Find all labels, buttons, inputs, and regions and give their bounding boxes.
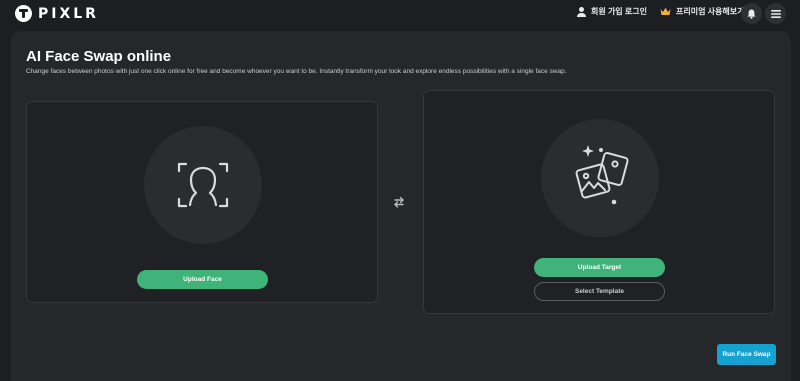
images-sparkle-icon: [575, 145, 629, 205]
login-link[interactable]: 회원 가입 로그인: [577, 6, 647, 17]
target-icon-circle: [541, 119, 659, 237]
bell-icon: [747, 9, 756, 19]
target-upload-card[interactable]: Upload Target Select Template: [423, 90, 775, 314]
notifications-button[interactable]: [741, 3, 762, 24]
user-icon: [577, 6, 586, 17]
crown-icon: [660, 7, 671, 15]
brand[interactable]: PIXLR: [15, 5, 99, 22]
menu-button[interactable]: [765, 3, 786, 24]
page-subtitle: Change faces between photos with just on…: [26, 68, 567, 75]
face-upload-card[interactable]: Upload Face: [26, 101, 378, 303]
upload-target-button[interactable]: Upload Target: [534, 258, 665, 277]
premium-trial-link[interactable]: 프리미엄 사용해보기: [660, 6, 744, 17]
login-label: 회원 가입 로그인: [591, 7, 647, 16]
pixlr-logo-icon: [15, 5, 32, 22]
face-icon-circle: [144, 126, 262, 244]
hamburger-menu-icon: [770, 9, 781, 18]
top-bar: PIXLR 회원 가입 로그인 프리미엄 사용해보기: [0, 0, 800, 27]
face-scan-icon: [177, 162, 229, 208]
select-template-button[interactable]: Select Template: [534, 282, 665, 301]
upload-face-button[interactable]: Upload Face: [137, 270, 268, 289]
page-title: AI Face Swap online: [26, 48, 172, 65]
premium-label: 프리미엄 사용해보기: [676, 7, 745, 16]
swap-arrows-icon: [394, 196, 404, 208]
brand-name: PIXLR: [38, 5, 99, 22]
run-face-swap-button[interactable]: Run Face Swap: [717, 344, 776, 365]
